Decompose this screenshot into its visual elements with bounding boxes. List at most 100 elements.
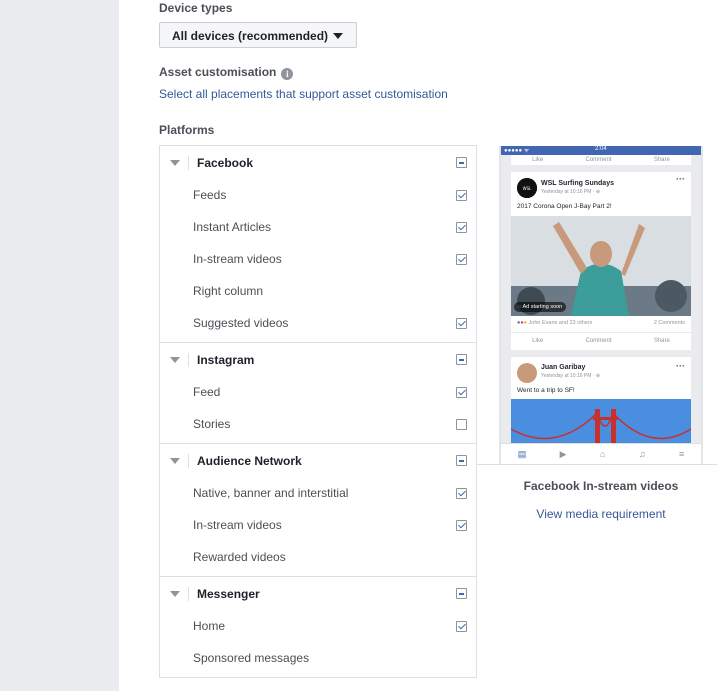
comments-count: 2 Comments: [653, 320, 685, 326]
placement-label: In-stream videos: [193, 252, 282, 266]
caret-down-icon: [333, 33, 343, 39]
placement-label: Feed: [193, 385, 221, 399]
placement-item[interactable]: Stories: [160, 408, 476, 440]
asset-customisation-heading: Asset customisation i: [159, 65, 294, 80]
watch-icon: ▶: [559, 448, 567, 459]
post-actions: Like Comment Share: [511, 332, 691, 349]
placement-checkbox[interactable]: [456, 254, 467, 265]
divider: [188, 454, 189, 468]
device-types-dropdown[interactable]: All devices (recommended): [159, 22, 357, 48]
post-text: 2017 Corona Open J-Bay Part 2!: [517, 203, 612, 210]
like-action: Like: [532, 156, 544, 163]
placement-item[interactable]: Feeds: [160, 179, 476, 211]
platform-group-header[interactable]: Audience Network: [160, 444, 476, 477]
menu-icon: ≡: [679, 449, 685, 459]
device-types-label: Device types: [159, 1, 233, 15]
platform-group-audience-network: Audience Network Native, banner and inter…: [160, 444, 476, 577]
platforms-label: Platforms: [159, 123, 215, 137]
placement-item[interactable]: Native, banner and interstitial: [160, 477, 476, 509]
placement-checkbox[interactable]: [456, 222, 467, 233]
platform-group-checkbox[interactable]: [456, 157, 467, 168]
more-options-icon: ···: [676, 361, 685, 371]
divider: [188, 353, 189, 367]
view-media-requirement-link[interactable]: View media requirement: [477, 507, 717, 521]
placement-label: Rewarded videos: [193, 550, 286, 564]
preview-caption: Facebook In-stream videos: [523, 479, 679, 493]
platform-group-checkbox[interactable]: [456, 455, 467, 466]
reactions-summary: ●●● John Evans and 23 others: [517, 320, 593, 326]
post-time: Yesterday at 10:16 PM · ⊕: [541, 189, 601, 195]
platform-group-title: Messenger: [197, 587, 260, 601]
platform-group-checkbox[interactable]: [456, 588, 467, 599]
placement-checkbox[interactable]: [456, 488, 467, 499]
collapse-triangle-icon[interactable]: [170, 591, 180, 597]
news-feed-icon: ▤: [517, 448, 527, 459]
platform-group-title: Audience Network: [197, 454, 302, 468]
platform-group-checkbox[interactable]: [456, 354, 467, 365]
svg-text:WSL: WSL: [523, 186, 532, 191]
placement-item[interactable]: In-stream videos: [160, 509, 476, 541]
post-time: Yesterday at 10:16 PM · ⊕: [541, 373, 601, 379]
placement-label: Instant Articles: [193, 220, 272, 234]
platform-group-header[interactable]: Messenger: [160, 577, 476, 610]
placement-label: Suggested videos: [193, 316, 289, 330]
placement-item[interactable]: Instant Articles: [160, 211, 476, 243]
placement-item[interactable]: Rewarded videos: [160, 541, 476, 573]
video-thumbnail: ◌ Ad starting soon: [511, 216, 691, 316]
collapse-triangle-icon[interactable]: [170, 458, 180, 464]
phone-time: 2:04: [595, 146, 607, 152]
placement-item[interactable]: Suggested videos: [160, 307, 476, 339]
post-author: Juan Garibay: [541, 364, 586, 371]
asset-customisation-label: Asset customisation: [159, 65, 277, 79]
previous-post-actions: Like Comment Share: [511, 155, 691, 165]
notifications-icon: ♫: [638, 449, 646, 459]
device-types-value: All devices (recommended): [172, 29, 329, 43]
placement-checkbox[interactable]: [456, 190, 467, 201]
placement-item[interactable]: Feed: [160, 376, 476, 408]
phone-bottom-nav: ▤ ▶ ⌂ ♫ ≡: [501, 443, 701, 464]
phone-preview: ●●●●● ᯤ 2:04 Like Comment Share WSL WSL …: [499, 146, 703, 464]
placement-checkbox[interactable]: [456, 419, 467, 430]
platform-group-facebook: Facebook Feeds Instant Articles In-stream v…: [160, 146, 476, 343]
comment-action: Comment: [585, 156, 612, 163]
placement-checkbox[interactable]: [456, 520, 467, 531]
preview-divider: [477, 464, 717, 465]
placement-label: Right column: [193, 284, 264, 298]
placement-label: Stories: [193, 417, 231, 431]
placement-checkbox[interactable]: [456, 387, 467, 398]
divider: [188, 587, 189, 601]
marketplace-icon: ⌂: [599, 449, 606, 459]
collapse-triangle-icon[interactable]: [170, 357, 180, 363]
info-icon[interactable]: i: [281, 68, 294, 80]
platform-group-title: Facebook: [197, 156, 254, 170]
wsl-avatar: WSL: [517, 178, 537, 198]
placement-label: Native, banner and interstitial: [193, 486, 349, 500]
phone-carrier: ●●●●● ᯤ: [504, 148, 530, 154]
comment-action: Comment: [585, 338, 612, 344]
placement-label: In-stream videos: [193, 518, 282, 532]
collapse-triangle-icon[interactable]: [170, 160, 180, 166]
post-text: Went to a trip to SF!: [517, 387, 575, 394]
placements-panel: Device types All devices (recommended) A…: [119, 0, 717, 691]
platform-group-header[interactable]: Facebook: [160, 146, 476, 179]
platform-group-instagram: Instagram Feed Stories: [160, 343, 476, 444]
placement-checkbox[interactable]: [456, 318, 467, 329]
placement-item[interactable]: Right column: [160, 275, 476, 307]
select-asset-customisation-link[interactable]: Select all placements that support asset…: [159, 87, 448, 101]
platforms-list: Facebook Feeds Instant Articles In-stream v…: [159, 145, 477, 678]
divider: [188, 156, 189, 170]
more-options-icon: ···: [676, 174, 685, 184]
platform-group-messenger: Messenger Home Sponsored messages: [160, 577, 476, 677]
placement-item[interactable]: In-stream videos: [160, 243, 476, 275]
photo-post: Juan Garibay Yesterday at 10:16 PM · ⊕ ·…: [511, 357, 691, 457]
user-avatar: [517, 363, 537, 383]
share-action: Share: [653, 156, 670, 163]
left-sidebar: [0, 0, 119, 691]
ad-starting-badge: ◌ Ad starting soon: [514, 302, 567, 312]
placement-checkbox[interactable]: [456, 621, 467, 632]
like-action: Like: [532, 338, 544, 344]
placement-item[interactable]: Home: [160, 610, 476, 642]
platform-group-title: Instagram: [197, 353, 255, 367]
platform-group-header[interactable]: Instagram: [160, 343, 476, 376]
placement-item[interactable]: Sponsored messages: [160, 642, 476, 674]
